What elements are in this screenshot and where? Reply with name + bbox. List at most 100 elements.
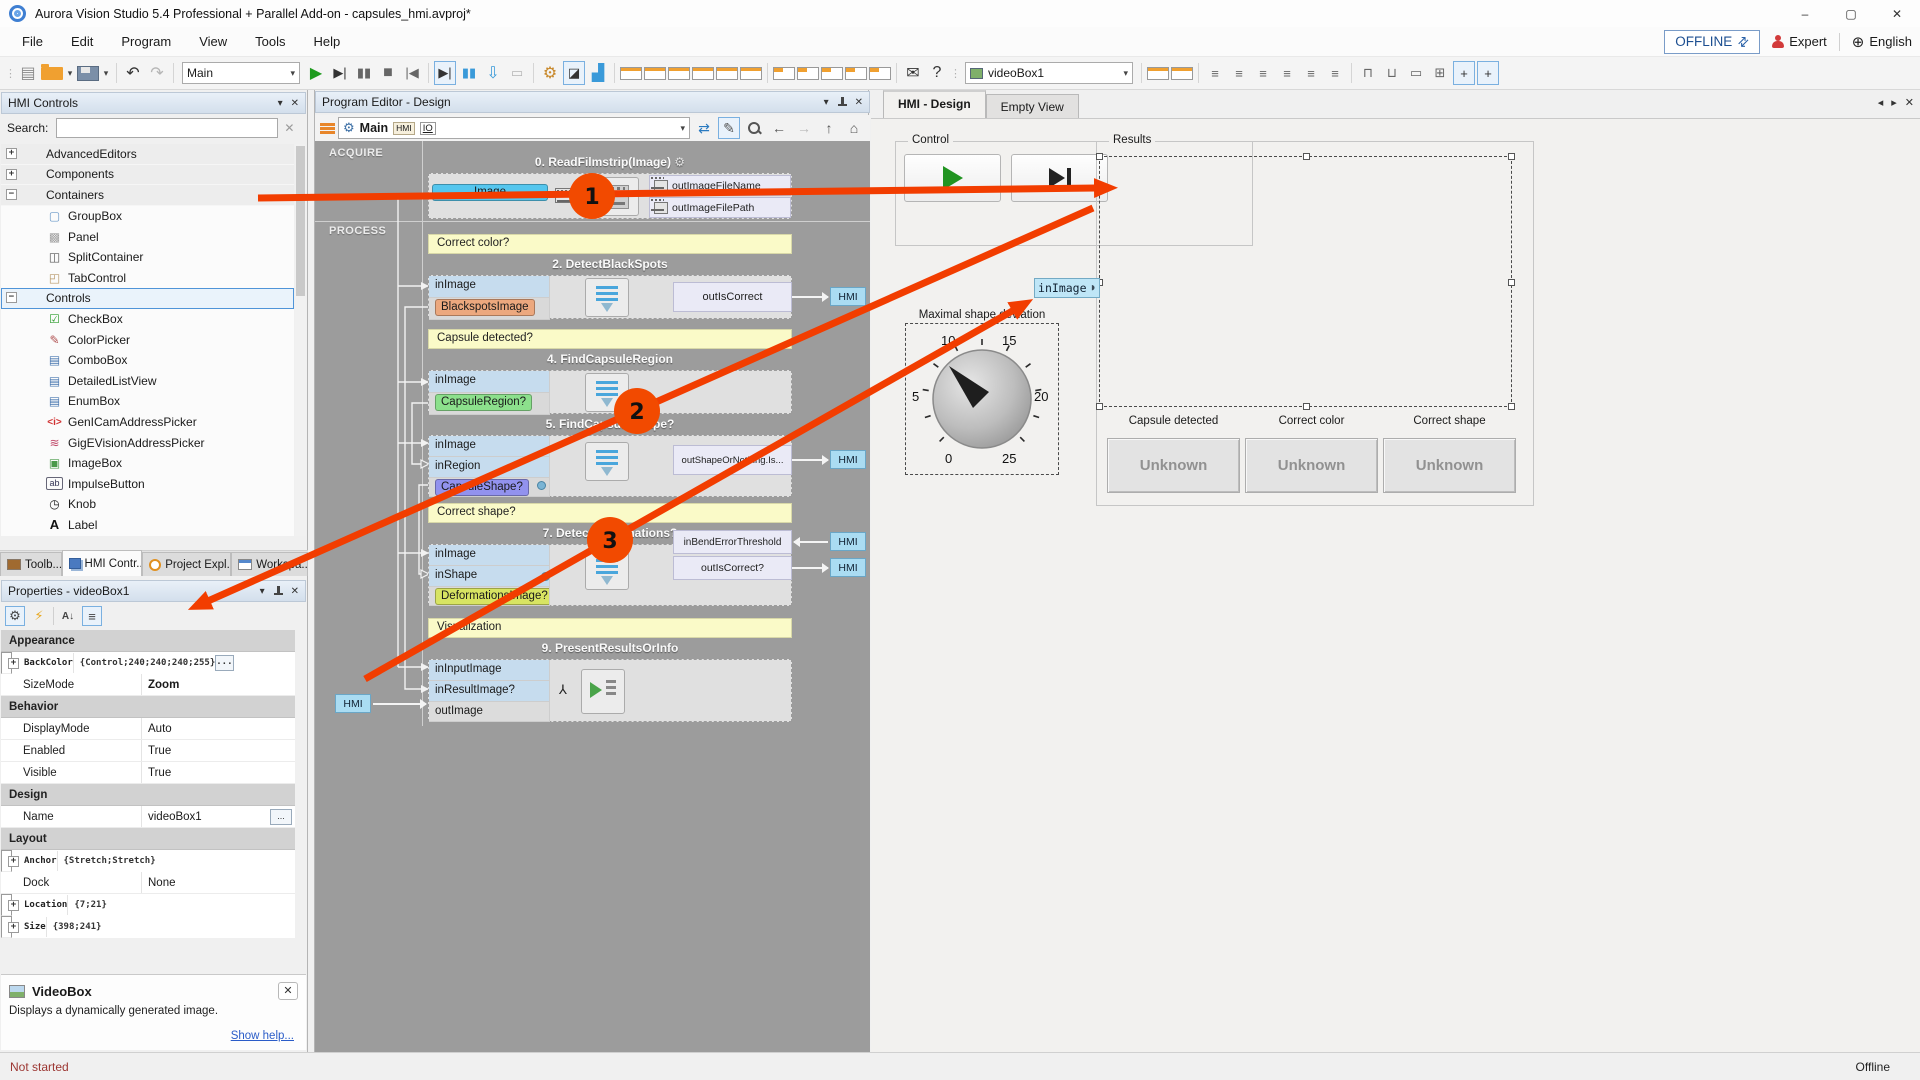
property-row[interactable]: Name videoBox1 ... [1, 806, 295, 828]
correct-shape-indicator[interactable]: Unknown [1383, 438, 1516, 493]
collapse-panel-icon[interactable]: ▾ [824, 97, 829, 108]
scroll-tabs-right-icon[interactable]: ▸ [1891, 96, 1897, 109]
scrollbar-thumb[interactable] [296, 146, 305, 296]
navigate-forward-icon[interactable]: → [793, 117, 815, 139]
tree-item[interactable]: ab ImpulseButton [1, 474, 294, 495]
property-ellipsis-button[interactable]: ... [270, 809, 292, 825]
property-value[interactable]: {Control;240;240;240;255} [73, 653, 215, 673]
tree-item[interactable]: ✎ ColorPicker [1, 329, 294, 350]
property-value[interactable]: videoBox1 [141, 806, 270, 827]
macrofilter-breadcrumb[interactable]: ⚙ Main HMI IO ▾ [338, 117, 690, 139]
maximize-button[interactable]: ▢ [1828, 0, 1874, 27]
layout-hmi-icon[interactable] [869, 67, 891, 80]
window-toolbox-icon[interactable] [668, 67, 690, 80]
property-value[interactable]: Zoom [141, 674, 295, 695]
open-folder-icon[interactable] [41, 67, 63, 80]
port-inregion[interactable]: inRegion [429, 457, 550, 478]
separator[interactable] [530, 61, 537, 85]
property-row[interactable]: + Anchor {Stretch;Stretch} [1, 850, 12, 872]
layout-columns-icon[interactable] [845, 67, 867, 80]
menu-item[interactable]: Tools [241, 27, 299, 57]
port-inimage[interactable]: inImage [429, 436, 550, 457]
tab-empty-view[interactable]: Empty View [986, 94, 1079, 118]
spacing-icon[interactable]: ⊞ [1429, 61, 1451, 85]
property-row[interactable]: + Location {7;21} [1, 894, 12, 916]
port-deformationsimage[interactable]: DeformationsImage? [435, 588, 550, 605]
navigate-up-icon[interactable]: ↑ [818, 117, 840, 139]
run-icon[interactable]: ▶ [305, 61, 327, 85]
property-value[interactable]: {Stretch;Stretch} [57, 851, 156, 871]
separator[interactable] [170, 61, 177, 85]
property-row[interactable]: Enabled True [1, 740, 295, 762]
menu-item[interactable]: Program [107, 27, 185, 57]
hmi-port-tag[interactable]: HMI [830, 558, 866, 577]
close-panel-icon[interactable]: ✕ [855, 97, 863, 108]
property-value[interactable]: True [141, 740, 295, 761]
port-ininputimage[interactable]: inInputImage [429, 660, 550, 681]
port-outiscorrect2[interactable]: outIsCorrect? [673, 556, 792, 580]
program-canvas[interactable]: ACQUIRE PROCESS 0. ReadFilmstrip(Image) … [315, 141, 870, 1052]
anchor-h-icon[interactable]: + [1453, 61, 1475, 85]
message-icon[interactable]: ✉ [902, 61, 924, 85]
property-row[interactable]: SizeMode Zoom [1, 674, 295, 696]
port-inimage[interactable]: inImage [429, 371, 550, 393]
same-height-icon[interactable]: ⊔ [1381, 61, 1403, 85]
expert-mode-button[interactable]: Expert [1772, 34, 1827, 49]
menu-item[interactable]: Help [300, 27, 355, 57]
tree-item[interactable]: ▤ DetailedListView [1, 371, 294, 392]
help-icon[interactable]: ? [926, 61, 948, 85]
close-panel-icon[interactable]: ✕ [291, 98, 299, 109]
menu-item[interactable]: File [8, 27, 57, 57]
resize-handle[interactable] [1508, 153, 1515, 160]
property-value[interactable]: True [141, 762, 295, 783]
dock-tab[interactable]: HMI Contr... [62, 550, 143, 576]
sort-alphabetical-icon[interactable]: A↓ [58, 606, 78, 626]
find-icon[interactable] [743, 117, 765, 139]
comment-correct-color[interactable]: Correct color? [428, 234, 792, 254]
navigate-home-icon[interactable]: ⌂ [843, 117, 865, 139]
separator[interactable] [611, 61, 618, 85]
separator[interactable] [893, 61, 900, 85]
property-row[interactable]: Layout [1, 828, 295, 850]
tree-item[interactable]: ◫ SplitContainer [1, 247, 294, 268]
settings-icon[interactable]: ⚙ [539, 61, 561, 85]
comment-visualization[interactable]: Visualization [428, 618, 792, 638]
port-inimage[interactable]: inImage [429, 276, 550, 298]
correct-color-indicator[interactable]: Unknown [1245, 438, 1378, 493]
compare-icon[interactable]: ⇄ [693, 117, 715, 139]
window-properties-icon[interactable] [692, 67, 714, 80]
close-panel-icon[interactable]: ✕ [291, 586, 299, 597]
save-icon[interactable] [77, 66, 99, 81]
port-outimage[interactable]: outImage [429, 702, 550, 722]
expander-icon[interactable]: − [6, 292, 17, 303]
hmi-iterate-button[interactable] [1011, 154, 1108, 202]
send-back-icon[interactable] [1171, 67, 1193, 80]
tree-item[interactable]: ☑ CheckBox [1, 309, 294, 330]
comment-correct-shape[interactable]: Correct shape? [428, 503, 792, 523]
hmi-control-selector-combo[interactable]: videoBox1 ▾ [965, 62, 1133, 84]
property-row[interactable]: Visible True [1, 762, 295, 784]
hmi-design-canvas[interactable]: Control Results inImage ◗ Maximal [871, 118, 1920, 1052]
property-row[interactable]: Appearance [1, 630, 295, 652]
separator[interactable] [764, 61, 771, 85]
port-inresultimage[interactable]: inResultImage? [429, 681, 550, 702]
window-filters-icon[interactable] [620, 67, 642, 80]
tree-item[interactable]: ◰ TabControl [1, 268, 294, 289]
comment-capsule-detected[interactable]: Capsule detected? [428, 329, 792, 349]
new-file-icon[interactable]: ▤ [17, 61, 39, 85]
expander-icon[interactable]: + [8, 922, 19, 933]
port-outiscorrect[interactable]: outIsCorrect [673, 282, 792, 312]
tree-item[interactable]: A Label [1, 515, 294, 536]
expander-icon[interactable]: + [8, 658, 19, 669]
property-row[interactable]: + BackColor {Control;240;240;240;255} ..… [1, 652, 12, 674]
property-ellipsis-button[interactable]: ... [215, 655, 233, 671]
separator[interactable] [113, 61, 120, 85]
align-right-icon[interactable]: ≡ [1252, 61, 1274, 85]
statistics-icon[interactable]: ▮▮ [458, 61, 480, 85]
expander-icon[interactable]: + [6, 169, 17, 180]
port-outimagefilepath[interactable]: outImageFilePath [649, 197, 791, 218]
search-input[interactable] [56, 118, 278, 138]
property-row[interactable]: + Size {398;241} [1, 916, 12, 938]
pause-icon[interactable]: ▮▮ [353, 61, 375, 85]
hmi-port-tag[interactable]: HMI [830, 532, 866, 551]
